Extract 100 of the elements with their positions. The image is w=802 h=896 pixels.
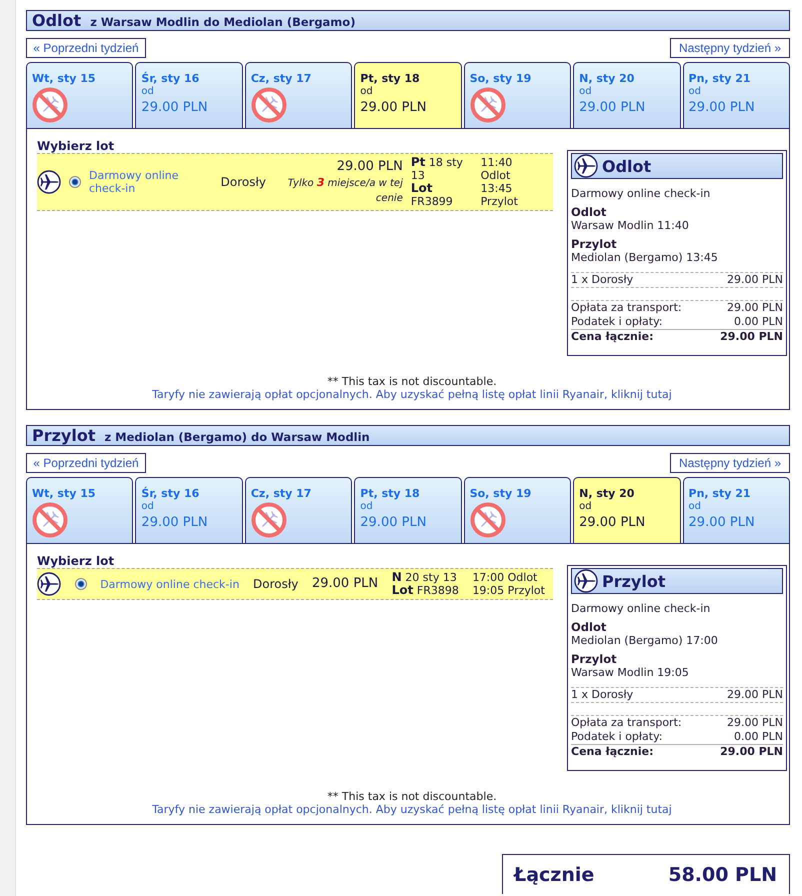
fare-price: 29.00 PLN xyxy=(312,576,378,592)
list-title: Wybierz lot xyxy=(37,554,116,568)
departure-label: Odlot xyxy=(571,621,608,634)
date-tab[interactable]: Śr, sty 16 od 29.00 PLN xyxy=(135,477,243,543)
tab-date: So, sty 19 xyxy=(470,72,532,85)
section-title: Przylot xyxy=(32,426,96,445)
charge-label: Opłata za transport: xyxy=(571,301,682,315)
tab-date: So, sty 19 xyxy=(470,487,532,500)
arrival-info: Mediolan (Bergamo) 13:45 xyxy=(571,251,719,265)
date-tab[interactable]: Wt, sty 15 xyxy=(26,477,134,543)
date-tab[interactable]: N, sty 20 od 29.00 PLN xyxy=(573,62,681,128)
charge-label: Opłata za transport: xyxy=(571,716,682,730)
passenger-amount: 29.00 PLN xyxy=(727,688,783,702)
previous-week-button[interactable]: « Poprzedni tydzień xyxy=(26,453,146,473)
tab-price: 29.00 PLN xyxy=(141,100,208,116)
prohibited-plane-icon xyxy=(32,87,68,123)
tab-date: Śr, sty 16 xyxy=(141,72,200,85)
route-text: z Warsaw Modlin do Mediolan (Bergamo) xyxy=(90,14,356,31)
from-label: od xyxy=(579,86,592,98)
fare-name: Darmowy online check-in xyxy=(571,602,712,616)
passenger-type: Dorosły xyxy=(253,578,298,590)
total-amount: 58.00 PLN xyxy=(668,864,777,886)
flight-row[interactable]: Darmowy online check-in Dorosły 29.00 PLN N 20 sty 13 Lot FR3898 17:00 Odlot 19:05 Przylot xyxy=(37,568,553,600)
arrival-time: 13:45 Przylot xyxy=(480,182,519,208)
date-tab[interactable]: Pn, sty 21 od 29.00 PLN xyxy=(682,477,790,543)
from-label: od xyxy=(688,86,701,98)
passenger-count: 1 x Dorosły xyxy=(571,273,634,287)
tab-date: Pn, sty 21 xyxy=(688,487,751,500)
charge-amount: 29.00 PLN xyxy=(727,301,783,315)
prohibited-plane-icon xyxy=(470,502,506,538)
fare-price: 29.00 PLN xyxy=(336,158,403,174)
prohibited-plane-icon xyxy=(250,87,287,123)
next-week-button[interactable]: Następny tydzień » xyxy=(670,38,790,58)
date-tab[interactable]: Pt, sty 18 od 29.00 PLN xyxy=(354,477,462,543)
tab-date: Pn, sty 21 xyxy=(688,72,751,85)
fare-link[interactable]: Darmowy online check-in xyxy=(100,578,240,590)
prohibited-plane-icon xyxy=(32,502,68,538)
tab-date: Wt, sty 15 xyxy=(32,487,96,500)
date-tab[interactable]: So, sty 19 xyxy=(464,62,572,128)
tab-price: 29.00 PLN xyxy=(360,100,426,116)
plane-icon xyxy=(37,170,61,194)
from-label: od xyxy=(360,86,373,98)
tab-price: 29.00 PLN xyxy=(579,100,646,116)
availability-note: Tylko 3 miejsce/a w tej cenie xyxy=(286,174,403,206)
tab-date: Pt, sty 18 xyxy=(360,487,420,500)
from-label: od xyxy=(141,501,154,513)
passenger-amount: 29.00 PLN xyxy=(727,273,783,287)
fees-link[interactable]: Taryfy nie zawierają opłat opcjonalnych. Aby uzyskać pełną listę opłat linii Ryanair, kliknij tutaj xyxy=(152,803,672,816)
radio-button[interactable] xyxy=(74,578,87,590)
list-title: Wybierz lot xyxy=(37,139,116,153)
date-tab[interactable]: Wt, sty 15 xyxy=(26,62,134,128)
tab-date: Wt, sty 15 xyxy=(32,72,96,85)
total-price-label: Cena łącznie: xyxy=(571,745,654,759)
arrival-time: 19:05 Przylot xyxy=(472,584,545,597)
date-tab[interactable]: Pn, sty 21 od 29.00 PLN xyxy=(682,62,790,128)
date-tab[interactable]: Cz, sty 17 xyxy=(244,62,352,128)
flight-date: N 20 sty 13 xyxy=(392,571,458,584)
fees-link[interactable]: Taryfy nie zawierają opłat opcjonalnych. Aby uzyskać pełną listę opłat linii Ryanair, kliknij tutaj xyxy=(152,388,672,401)
passenger-count: 1 x Dorosły xyxy=(571,688,634,702)
departure-time: 11:40 Odlot xyxy=(480,156,514,182)
tab-price: 29.00 PLN xyxy=(360,515,426,531)
next-week-button[interactable]: Następny tydzień » xyxy=(670,453,790,473)
total-price-label: Cena łącznie: xyxy=(571,330,654,344)
flight-date: Pt 18 sty 13 xyxy=(410,156,464,182)
fare-name: Darmowy online check-in xyxy=(571,187,712,201)
flight-number: Lot FR3899 xyxy=(410,182,454,208)
tab-price: 29.00 PLN xyxy=(688,515,755,531)
passenger-type: Dorosły xyxy=(220,176,266,188)
arrival-info: Warsaw Modlin 19:05 xyxy=(571,666,690,680)
tax-note: ** This tax is not discountable. xyxy=(327,790,497,803)
fare-link[interactable]: Darmowy online check-in xyxy=(89,169,213,195)
flight-number: Lot FR3898 xyxy=(392,584,459,597)
tab-price: 29.00 PLN xyxy=(579,515,646,531)
route-text: z Mediolan (Bergamo) do Warsaw Modlin xyxy=(104,429,370,446)
date-tab[interactable]: Pt, sty 18 od 29.00 PLN xyxy=(354,62,462,128)
total-price-amount: 29.00 PLN xyxy=(720,330,783,344)
charge-label: Podatek i opłaty: xyxy=(571,315,663,329)
tab-price: 29.00 PLN xyxy=(141,515,208,531)
radio-button[interactable] xyxy=(69,176,81,188)
departure-info: Mediolan (Bergamo) 17:00 xyxy=(571,634,719,648)
tab-date: Cz, sty 17 xyxy=(250,72,312,85)
arrival-label: Przylot xyxy=(571,653,618,666)
total-price-amount: 29.00 PLN xyxy=(720,745,783,759)
tab-date: Pt, sty 18 xyxy=(360,72,420,85)
date-tab[interactable]: Cz, sty 17 xyxy=(244,477,352,543)
tab-date: Śr, sty 16 xyxy=(141,487,200,500)
charge-label: Podatek i opłaty: xyxy=(571,730,663,744)
date-tab[interactable]: So, sty 19 xyxy=(464,477,572,543)
total-label: Łącznie xyxy=(514,864,594,886)
departure-info: Warsaw Modlin 11:40 xyxy=(571,219,690,233)
from-label: od xyxy=(360,501,373,513)
tab-date: N, sty 20 xyxy=(579,487,634,500)
date-tab[interactable]: N, sty 20 od 29.00 PLN xyxy=(573,477,681,543)
departure-label: Odlot xyxy=(571,206,608,219)
summary-title: Odlot xyxy=(602,156,652,176)
charge-amount: 0.00 PLN xyxy=(734,315,783,329)
from-label: od xyxy=(141,86,154,98)
date-tab[interactable]: Śr, sty 16 od 29.00 PLN xyxy=(135,62,243,128)
previous-week-button[interactable]: « Poprzedni tydzień xyxy=(26,38,146,58)
summary-title: Przylot xyxy=(602,572,666,590)
